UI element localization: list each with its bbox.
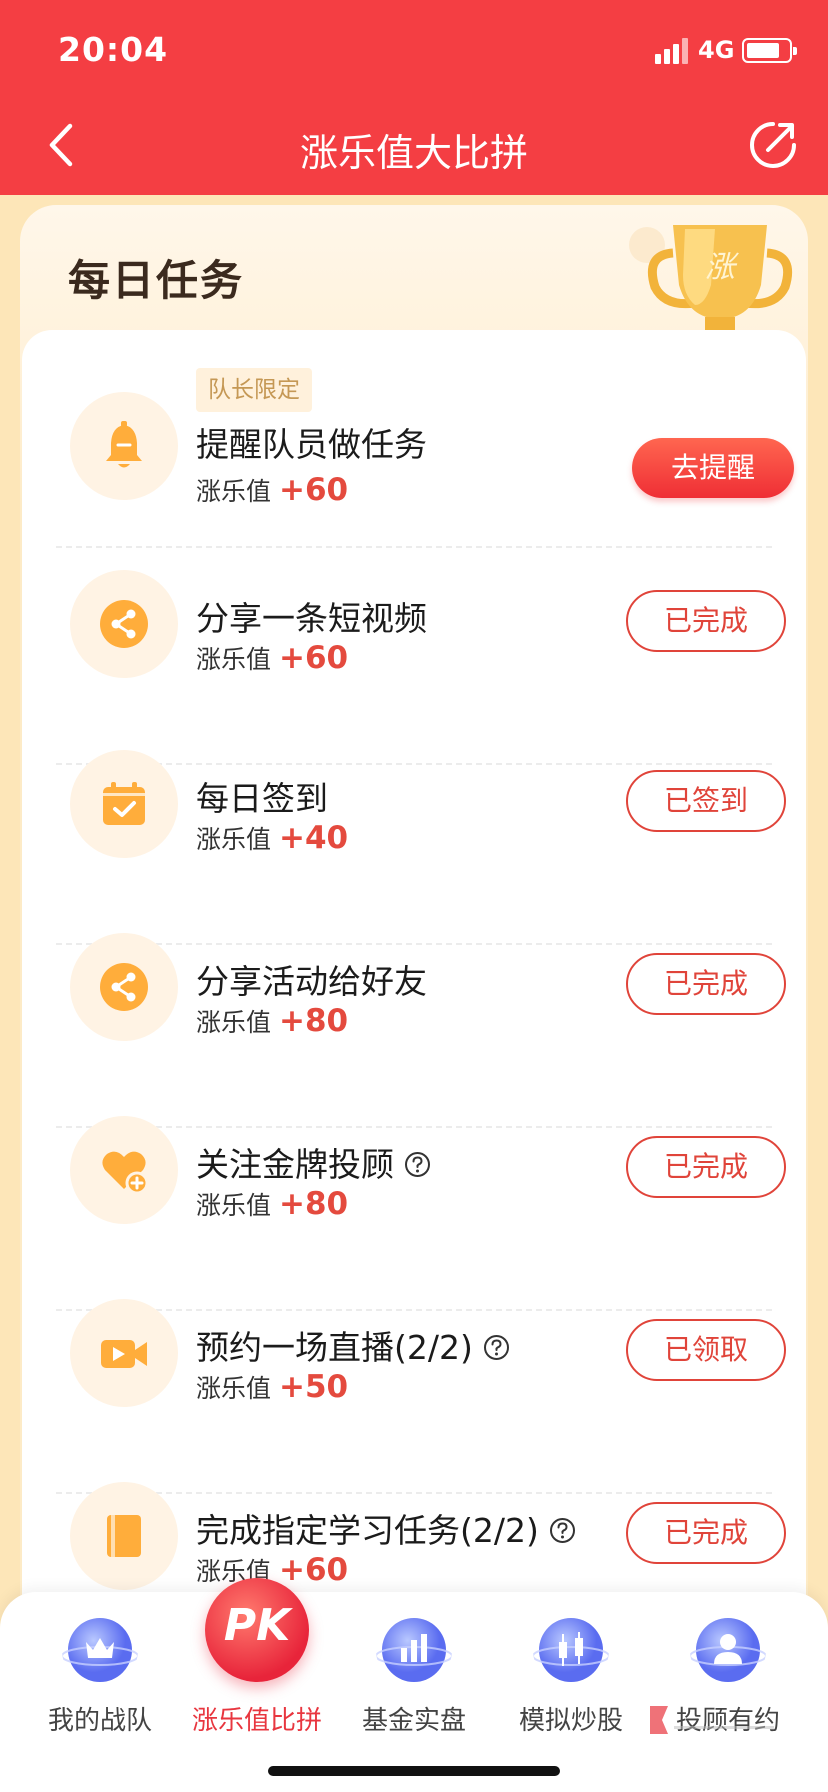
completed-button[interactable]: 已完成 (626, 590, 786, 652)
task-name-text: 关注金牌投顾 (196, 1145, 394, 1184)
heart-plus-icon (70, 1116, 178, 1224)
pk-icon-text: PK (223, 1600, 291, 1651)
reward-points: +60 (279, 1552, 349, 1588)
task-name: 分享一条短视频 (196, 599, 427, 638)
tab-my-team[interactable]: 我的战队 (20, 1592, 180, 1736)
status-time: 20:04 (58, 30, 169, 69)
daily-task-card: 每日任务 涨 队长限定 提醒队员做任务 涨乐值 +60 去提醒 分享一条短视频 … (20, 205, 808, 1792)
network-label: 4G (698, 36, 735, 64)
share-icon (70, 570, 178, 678)
video-icon (70, 1299, 178, 1407)
task-reward: 涨乐值 +80 (196, 1186, 348, 1222)
task-name-text: 完成指定学习任务(2/2) (196, 1511, 539, 1550)
candlestick-icon (533, 1618, 609, 1682)
book-icon (70, 1482, 178, 1590)
completed-button[interactable]: 已完成 (626, 1136, 786, 1198)
tab-pk[interactable]: PK 涨乐值比拼 (177, 1578, 337, 1736)
battery-icon (742, 38, 797, 63)
bar-chart-icon (376, 1618, 452, 1682)
task-name: 每日签到 (196, 779, 328, 818)
task-name: 关注金牌投顾 (196, 1138, 431, 1186)
task-name: 提醒队员做任务 (196, 425, 427, 464)
reward-label: 涨乐值 (196, 1374, 272, 1403)
card-title: 每日任务 (68, 256, 245, 305)
reward-points: +80 (279, 1003, 349, 1039)
tab-fund-live[interactable]: 基金实盘 (334, 1592, 494, 1736)
trophy-icon: 涨 (629, 225, 793, 345)
task-reward: 涨乐值 +60 (196, 640, 348, 676)
calendar-check-icon (70, 750, 178, 858)
bottom-tab-bar: 我的战队 PK 涨乐值比拼 基金实盘 模拟炒股 投顾有约 (0, 1578, 828, 1792)
help-icon[interactable] (404, 1151, 431, 1178)
reward-label: 涨乐值 (196, 1191, 272, 1220)
reward-label: 涨乐值 (196, 825, 272, 854)
divider (56, 763, 772, 765)
divider (56, 943, 772, 945)
share-icon (70, 933, 178, 1041)
task-reward: 涨乐值 +50 (196, 1369, 348, 1405)
external-share-icon (750, 122, 796, 168)
tab-simulated-trading[interactable]: 模拟炒股 (491, 1592, 651, 1736)
signal-icon (655, 38, 689, 64)
task-name-text: 预约一场直播(2/2) (196, 1328, 473, 1367)
reward-points: +60 (279, 640, 349, 676)
tab-label: 我的战队 (47, 1706, 152, 1736)
watermark-logo-icon (650, 1706, 774, 1734)
reward-points: +80 (279, 1186, 349, 1222)
pk-icon: PK (205, 1578, 309, 1682)
task-reward: 涨乐值 +40 (196, 820, 348, 856)
home-indicator (268, 1766, 560, 1776)
page-title: 涨乐值大比拼 (299, 131, 528, 175)
tab-label: 涨乐值比拼 (191, 1706, 322, 1736)
tab-label: 模拟炒股 (518, 1706, 623, 1736)
reward-points: +50 (279, 1369, 349, 1405)
bell-icon (70, 392, 178, 500)
task-reward: 涨乐值 +80 (196, 1003, 348, 1039)
reward-label: 涨乐值 (196, 1008, 272, 1037)
advisor-person-icon (690, 1618, 766, 1682)
status-bar: 20:04 4G (0, 0, 828, 100)
claimed-button[interactable]: 已领取 (626, 1319, 786, 1381)
nav-bar: 涨乐值大比拼 (0, 100, 828, 195)
divider (56, 1309, 772, 1311)
help-icon[interactable] (483, 1334, 510, 1361)
reward-points: +60 (279, 472, 349, 508)
completed-button[interactable]: 已完成 (626, 953, 786, 1015)
header: 20:04 4G 涨乐值大比拼 (0, 0, 828, 195)
share-button[interactable] (748, 120, 798, 170)
crown-team-icon (62, 1618, 138, 1682)
task-list: 队长限定 提醒队员做任务 涨乐值 +60 去提醒 分享一条短视频 涨乐值 +60 已… (22, 330, 806, 1792)
task-name: 预约一场直播(2/2) (196, 1321, 510, 1369)
captain-only-badge: 队长限定 (196, 368, 312, 412)
divider (56, 1492, 772, 1494)
remind-button[interactable]: 去提醒 (632, 438, 794, 498)
task-reward: 涨乐值 +60 (196, 472, 348, 508)
task-item-remind: 队长限定 提醒队员做任务 涨乐值 +60 去提醒 (56, 330, 794, 548)
reward-label: 涨乐值 (196, 645, 272, 674)
divider (56, 546, 772, 548)
tab-label: 基金实盘 (361, 1706, 466, 1736)
trophy-char: 涨 (705, 250, 739, 285)
completed-button[interactable]: 已完成 (626, 1502, 786, 1564)
task-name: 分享活动给好友 (196, 962, 427, 1001)
divider (56, 1126, 772, 1128)
reward-points: +40 (279, 820, 349, 856)
reward-label: 涨乐值 (196, 477, 272, 506)
checked-in-button[interactable]: 已签到 (626, 770, 786, 832)
help-icon[interactable] (549, 1517, 576, 1544)
task-name: 完成指定学习任务(2/2) (196, 1504, 576, 1552)
